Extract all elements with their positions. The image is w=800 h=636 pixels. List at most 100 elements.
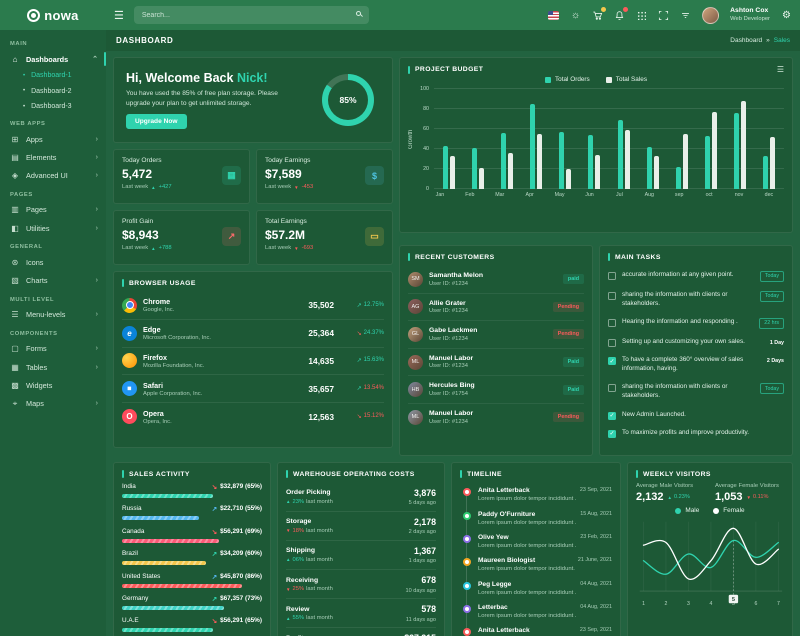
bar-group [500, 89, 513, 189]
weekly-visitors-title: WEEKLY VISITORS [636, 470, 784, 478]
welcome-username: Nick! [236, 70, 268, 85]
sidebar-item-icons[interactable]: ⊛ Icons [0, 253, 106, 271]
bar-total-orders [530, 104, 536, 189]
card-timeline: TIMELINE Anita Letterback 23 Sep, 2021 Lor… [451, 462, 621, 636]
warehouse-row-receiving: Receiving ▼ 25% last month 678 10 days ago [286, 569, 436, 598]
timeline-dot-icon [462, 511, 471, 520]
sidebar-item-tables[interactable]: ▦ Tables › [0, 358, 106, 376]
progress-bar [122, 516, 199, 521]
line-chart: 12345675 [636, 518, 784, 610]
cart-icon[interactable] [592, 6, 607, 21]
card-project-budget: PROJECT BUDGET ☰ Total Orders Total Sale… [399, 57, 793, 233]
chevron-right-icon: › [95, 311, 98, 319]
customer-row: HB Hercules Bing User ID: #1754 Paid [408, 375, 584, 403]
trend-up-icon: ▲ [151, 184, 156, 190]
search-input[interactable] [133, 6, 369, 24]
sidebar-item-dashboard-2[interactable]: • Dashboard-2 [0, 84, 106, 99]
task-checkbox[interactable] [608, 384, 616, 393]
sidebar-item-apps[interactable]: ⊞ Apps › [0, 130, 106, 148]
y-tick: 100 [420, 86, 429, 92]
legend-item-total-orders[interactable]: Total Orders [544, 76, 590, 83]
search-bar [133, 6, 369, 24]
storage-progress-label: 85% [339, 95, 357, 105]
legend-item-male[interactable]: Male [675, 507, 699, 514]
user-avatar[interactable] [702, 6, 720, 24]
legend-item-female[interactable]: Female [713, 507, 745, 514]
trend-down-icon: ↘ [356, 330, 362, 337]
progress-bar [122, 605, 225, 610]
task-row: ✓ To maximize profits and improve product… [608, 428, 750, 438]
sidebar-item-advanced-ui[interactable]: ◈ Advanced UI › [0, 167, 106, 185]
card-main-tasks: MAIN TASKS accurate information at any g… [599, 245, 793, 456]
forms-icon: ▢ [11, 344, 19, 354]
task-checkbox[interactable]: ✓ [608, 429, 616, 438]
sidebar-item-pages[interactable]: ▥ Pages › [0, 201, 106, 219]
sidebar-item-dashboards[interactable]: ⌂ Dashboards ⌃ [0, 50, 106, 68]
main-tasks-title: MAIN TASKS [608, 253, 784, 261]
stat-card-today-earnings: Today Earnings $7,589 Last week ▼ -453 $ [256, 149, 393, 204]
timeline-row: Olive Yew 23 Feb, 2021 Lorem ipsum dolor t… [462, 530, 612, 553]
menu-toggle-icon[interactable]: ☰ [114, 9, 124, 22]
user-meta[interactable]: Ashton Cox Web Developer [730, 7, 770, 23]
chart-menu-icon[interactable]: ☰ [777, 65, 784, 74]
task-due-badge: Today [759, 383, 784, 395]
customer-avatar: SM [408, 271, 423, 287]
filter-icon[interactable] [680, 10, 691, 21]
breadcrumb-current[interactable]: Sales [774, 37, 790, 44]
x-tick: sep [674, 192, 684, 198]
y-axis-label: Growth [408, 129, 414, 149]
task-checkbox[interactable] [608, 339, 616, 348]
chart-legend: Total Orders Total Sales [408, 76, 784, 83]
legend-item-total-sales[interactable]: Total Sales [605, 76, 647, 83]
bar-total-orders [734, 113, 740, 189]
sidebar-item-dashboard-3[interactable]: • Dashboard-3 [0, 99, 106, 114]
fullscreen-icon[interactable] [658, 10, 669, 21]
notifications-bell-icon[interactable] [614, 6, 629, 21]
task-row: sharing the information with clients or … [608, 379, 784, 406]
bar-total-orders [763, 156, 769, 189]
sales-row-u-a-e: U.A.E ↘ $56,291 (65%) [122, 617, 262, 633]
chevron-right-icon: › [95, 206, 98, 214]
trend-down-icon: ↘ [211, 484, 218, 491]
svg-text:1: 1 [642, 601, 645, 607]
welcome-description: You have used the 85% of free plan stora… [126, 89, 278, 107]
sales-row-india: India ↘ $32,879 (65%) [122, 483, 262, 498]
browser-row-opera: O Opera Opera, Inc. 12,563 ↘ 15.12% [122, 402, 384, 430]
male-visitors-value: 2,132 ▲ 0.23% [636, 491, 690, 503]
svg-text:2: 2 [665, 601, 668, 607]
sidebar-item-maps[interactable]: ⌖ Maps › [0, 394, 106, 413]
upgrade-now-button[interactable]: Upgrade Now [126, 114, 187, 130]
sidebar-item-menu-levels[interactable]: ☰ Menu-levels › [0, 306, 106, 324]
trend-up-icon: ▲ [286, 499, 291, 505]
bar-total-sales [507, 153, 513, 189]
task-checkbox[interactable] [608, 291, 616, 300]
x-tick: Mar [495, 192, 505, 198]
browser-usage-title: BROWSER USAGE [122, 279, 384, 287]
us-flag-icon[interactable] [548, 10, 560, 21]
sidebar-item-elements[interactable]: ▤ Elements › [0, 149, 106, 167]
task-checkbox[interactable] [608, 318, 616, 327]
search-icon[interactable] [355, 11, 361, 16]
trend-up-icon: ↗ [356, 386, 362, 393]
bar-total-sales [682, 134, 688, 189]
sidebar-item-widgets[interactable]: ▩ Widgets [0, 376, 106, 394]
sidebar-item-utilities[interactable]: ◧ Utilities › [0, 219, 106, 237]
sidebar-item-dashboard-1[interactable]: • Dashboard-1 [0, 68, 106, 83]
task-checkbox[interactable]: ✓ [608, 411, 616, 420]
notifications-badge [623, 6, 629, 12]
app-logo[interactable]: nowa [0, 8, 106, 23]
x-axis-labels: Jan Feb Mar Apr May Jun Jul Aug sep oct nov dec [425, 189, 784, 198]
theme-sun-icon[interactable]: ☼ [570, 10, 581, 21]
settings-gear-icon[interactable]: ⚙ [781, 10, 792, 21]
y-tick: 40 [423, 146, 429, 152]
breadcrumb-parent[interactable]: Dashboard [730, 37, 762, 44]
task-checkbox[interactable] [608, 271, 616, 280]
status-badge: paid [562, 274, 584, 285]
warehouse-list: Order Picking ▲ 23% last month 3,876 5 days a… [286, 483, 436, 636]
timeline-dot-icon [462, 488, 471, 497]
task-checkbox[interactable]: ✓ [608, 357, 616, 366]
sidebar-item-forms[interactable]: ▢ Forms › [0, 340, 106, 358]
apps-grid-icon[interactable] [636, 10, 647, 21]
bar-group [646, 89, 659, 189]
sidebar-item-charts[interactable]: ▧ Charts › [0, 271, 106, 289]
